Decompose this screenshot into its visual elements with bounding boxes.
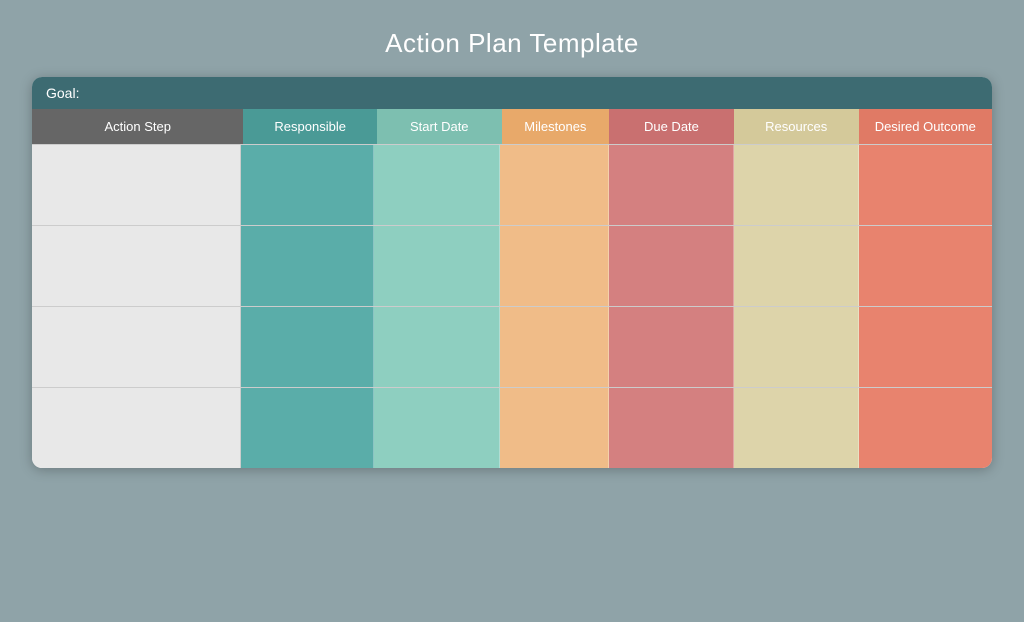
cell-milestones-4[interactable] bbox=[500, 388, 609, 468]
col-header-desired-outcome: Desired Outcome bbox=[859, 109, 992, 144]
cell-desired-outcome-4[interactable] bbox=[859, 388, 992, 468]
cell-due-date-4[interactable] bbox=[609, 388, 734, 468]
col-header-start-date: Start Date bbox=[377, 109, 502, 144]
cell-start-date-1[interactable] bbox=[374, 145, 499, 225]
table-container: Goal: Action Step Responsible Start Date… bbox=[32, 77, 992, 468]
table-row bbox=[32, 225, 992, 306]
cell-milestones-3[interactable] bbox=[500, 307, 609, 387]
col-header-milestones: Milestones bbox=[502, 109, 609, 144]
table-row bbox=[32, 144, 992, 225]
cell-responsible-4[interactable] bbox=[241, 388, 375, 468]
col-header-due-date: Due Date bbox=[609, 109, 734, 144]
cell-action-step-1[interactable] bbox=[32, 145, 241, 225]
cell-resources-1[interactable] bbox=[734, 145, 859, 225]
cell-desired-outcome-1[interactable] bbox=[859, 145, 992, 225]
header-row: Action Step Responsible Start Date Miles… bbox=[32, 109, 992, 144]
cell-due-date-3[interactable] bbox=[609, 307, 734, 387]
cell-resources-4[interactable] bbox=[734, 388, 859, 468]
cell-resources-3[interactable] bbox=[734, 307, 859, 387]
col-header-resources: Resources bbox=[734, 109, 859, 144]
cell-action-step-3[interactable] bbox=[32, 307, 241, 387]
cell-responsible-1[interactable] bbox=[241, 145, 375, 225]
cell-action-step-2[interactable] bbox=[32, 226, 241, 306]
cell-milestones-1[interactable] bbox=[500, 145, 609, 225]
cell-milestones-2[interactable] bbox=[500, 226, 609, 306]
cell-start-date-3[interactable] bbox=[374, 307, 499, 387]
grid-table: Action Step Responsible Start Date Miles… bbox=[32, 109, 992, 468]
cell-desired-outcome-2[interactable] bbox=[859, 226, 992, 306]
goal-label: Goal: bbox=[46, 85, 79, 101]
cell-action-step-4[interactable] bbox=[32, 388, 241, 468]
cell-start-date-4[interactable] bbox=[374, 388, 499, 468]
cell-responsible-3[interactable] bbox=[241, 307, 375, 387]
cell-due-date-1[interactable] bbox=[609, 145, 734, 225]
page-title: Action Plan Template bbox=[385, 28, 639, 59]
table-row bbox=[32, 387, 992, 468]
cell-due-date-2[interactable] bbox=[609, 226, 734, 306]
cell-resources-2[interactable] bbox=[734, 226, 859, 306]
page-wrapper: Action Plan Template Goal: Action Step R… bbox=[0, 0, 1024, 622]
cell-start-date-2[interactable] bbox=[374, 226, 499, 306]
col-header-action-step: Action Step bbox=[32, 109, 243, 144]
data-rows bbox=[32, 144, 992, 468]
cell-desired-outcome-3[interactable] bbox=[859, 307, 992, 387]
table-row bbox=[32, 306, 992, 387]
col-header-responsible: Responsible bbox=[243, 109, 376, 144]
cell-responsible-2[interactable] bbox=[241, 226, 375, 306]
goal-row: Goal: bbox=[32, 77, 992, 109]
